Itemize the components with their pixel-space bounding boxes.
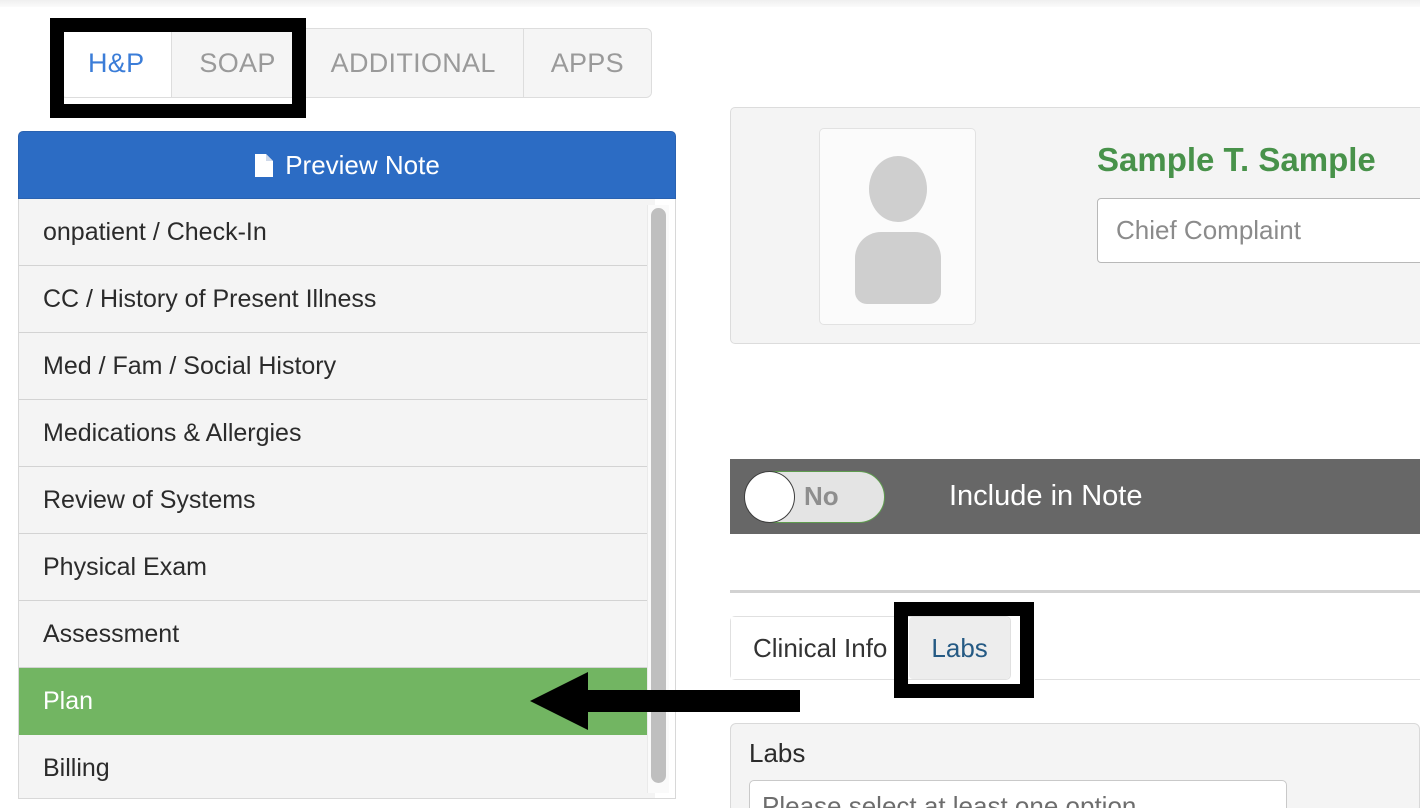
labs-panel: Labs Please select at least one option bbox=[730, 723, 1420, 808]
section-item-plan[interactable]: Plan bbox=[19, 668, 655, 735]
section-item-cc-hpi[interactable]: CC / History of Present Illness bbox=[19, 266, 655, 333]
preview-note-label: Preview Note bbox=[285, 149, 440, 180]
section-item-label: Plan bbox=[43, 686, 94, 715]
toggle-state-label: No bbox=[804, 481, 839, 511]
section-item-label: Assessment bbox=[43, 619, 180, 648]
app-root: H&P SOAP ADDITIONAL APPS Preview Note on… bbox=[0, 0, 1420, 808]
note-type-tabs: H&P SOAP ADDITIONAL APPS bbox=[60, 28, 652, 98]
section-item-label: Physical Exam bbox=[43, 552, 207, 581]
section-item-physical-exam[interactable]: Physical Exam bbox=[19, 534, 655, 601]
section-item-label: Review of Systems bbox=[43, 485, 256, 514]
section-item-label: Billing bbox=[43, 753, 110, 782]
labs-panel-title: Labs bbox=[749, 738, 806, 768]
section-item-onpatient-check-in[interactable]: onpatient / Check-In bbox=[19, 199, 655, 266]
patient-header-card: Sample T. Sample bbox=[730, 107, 1420, 344]
section-item-label: CC / History of Present Illness bbox=[43, 284, 377, 313]
section-item-label: onpatient / Check-In bbox=[43, 217, 267, 246]
note-section-list: onpatient / Check-In CC / History of Pre… bbox=[18, 199, 676, 799]
tab-soap[interactable]: SOAP bbox=[172, 29, 304, 97]
patient-avatar bbox=[819, 128, 976, 325]
note-section-list-inner: onpatient / Check-In CC / History of Pre… bbox=[19, 199, 655, 798]
section-item-billing[interactable]: Billing bbox=[19, 735, 655, 798]
section-item-review-of-systems[interactable]: Review of Systems bbox=[19, 467, 655, 534]
subtab-clinical-info[interactable]: Clinical Info bbox=[731, 617, 910, 679]
person-placeholder-body-icon bbox=[854, 232, 941, 304]
window-top-strip bbox=[0, 0, 1420, 7]
section-list-scrollbar-thumb[interactable] bbox=[651, 208, 666, 783]
sub-tabs-underline bbox=[1035, 679, 1420, 680]
section-item-med-fam-social-history[interactable]: Med / Fam / Social History bbox=[19, 333, 655, 400]
section-item-label: Med / Fam / Social History bbox=[43, 351, 337, 380]
section-item-assessment[interactable]: Assessment bbox=[19, 601, 655, 668]
include-in-note-toggle[interactable]: No bbox=[744, 470, 885, 523]
toggle-knob bbox=[744, 470, 795, 523]
labs-multiselect-placeholder: Please select at least one option bbox=[762, 790, 1137, 808]
include-in-note-label: Include in Note bbox=[949, 480, 1143, 512]
patient-name: Sample T. Sample bbox=[1097, 141, 1376, 178]
tab-hp[interactable]: H&P bbox=[61, 29, 173, 97]
section-item-medications-allergies[interactable]: Medications & Allergies bbox=[19, 400, 655, 467]
chief-complaint-input[interactable] bbox=[1097, 198, 1420, 263]
include-in-note-bar: No Include in Note bbox=[730, 459, 1420, 534]
subtab-labs[interactable]: Labs bbox=[909, 617, 1010, 679]
section-item-label: Medications & Allergies bbox=[43, 418, 302, 447]
person-placeholder-icon bbox=[868, 156, 927, 222]
section-divider bbox=[730, 590, 1420, 593]
plan-sub-tabs: Clinical Info Labs bbox=[730, 616, 1011, 680]
document-icon bbox=[254, 153, 274, 178]
labs-multiselect[interactable]: Please select at least one option bbox=[749, 780, 1287, 808]
tab-apps[interactable]: APPS bbox=[523, 29, 651, 97]
preview-note-button[interactable]: Preview Note bbox=[18, 131, 676, 199]
tab-additional[interactable]: ADDITIONAL bbox=[303, 29, 524, 97]
